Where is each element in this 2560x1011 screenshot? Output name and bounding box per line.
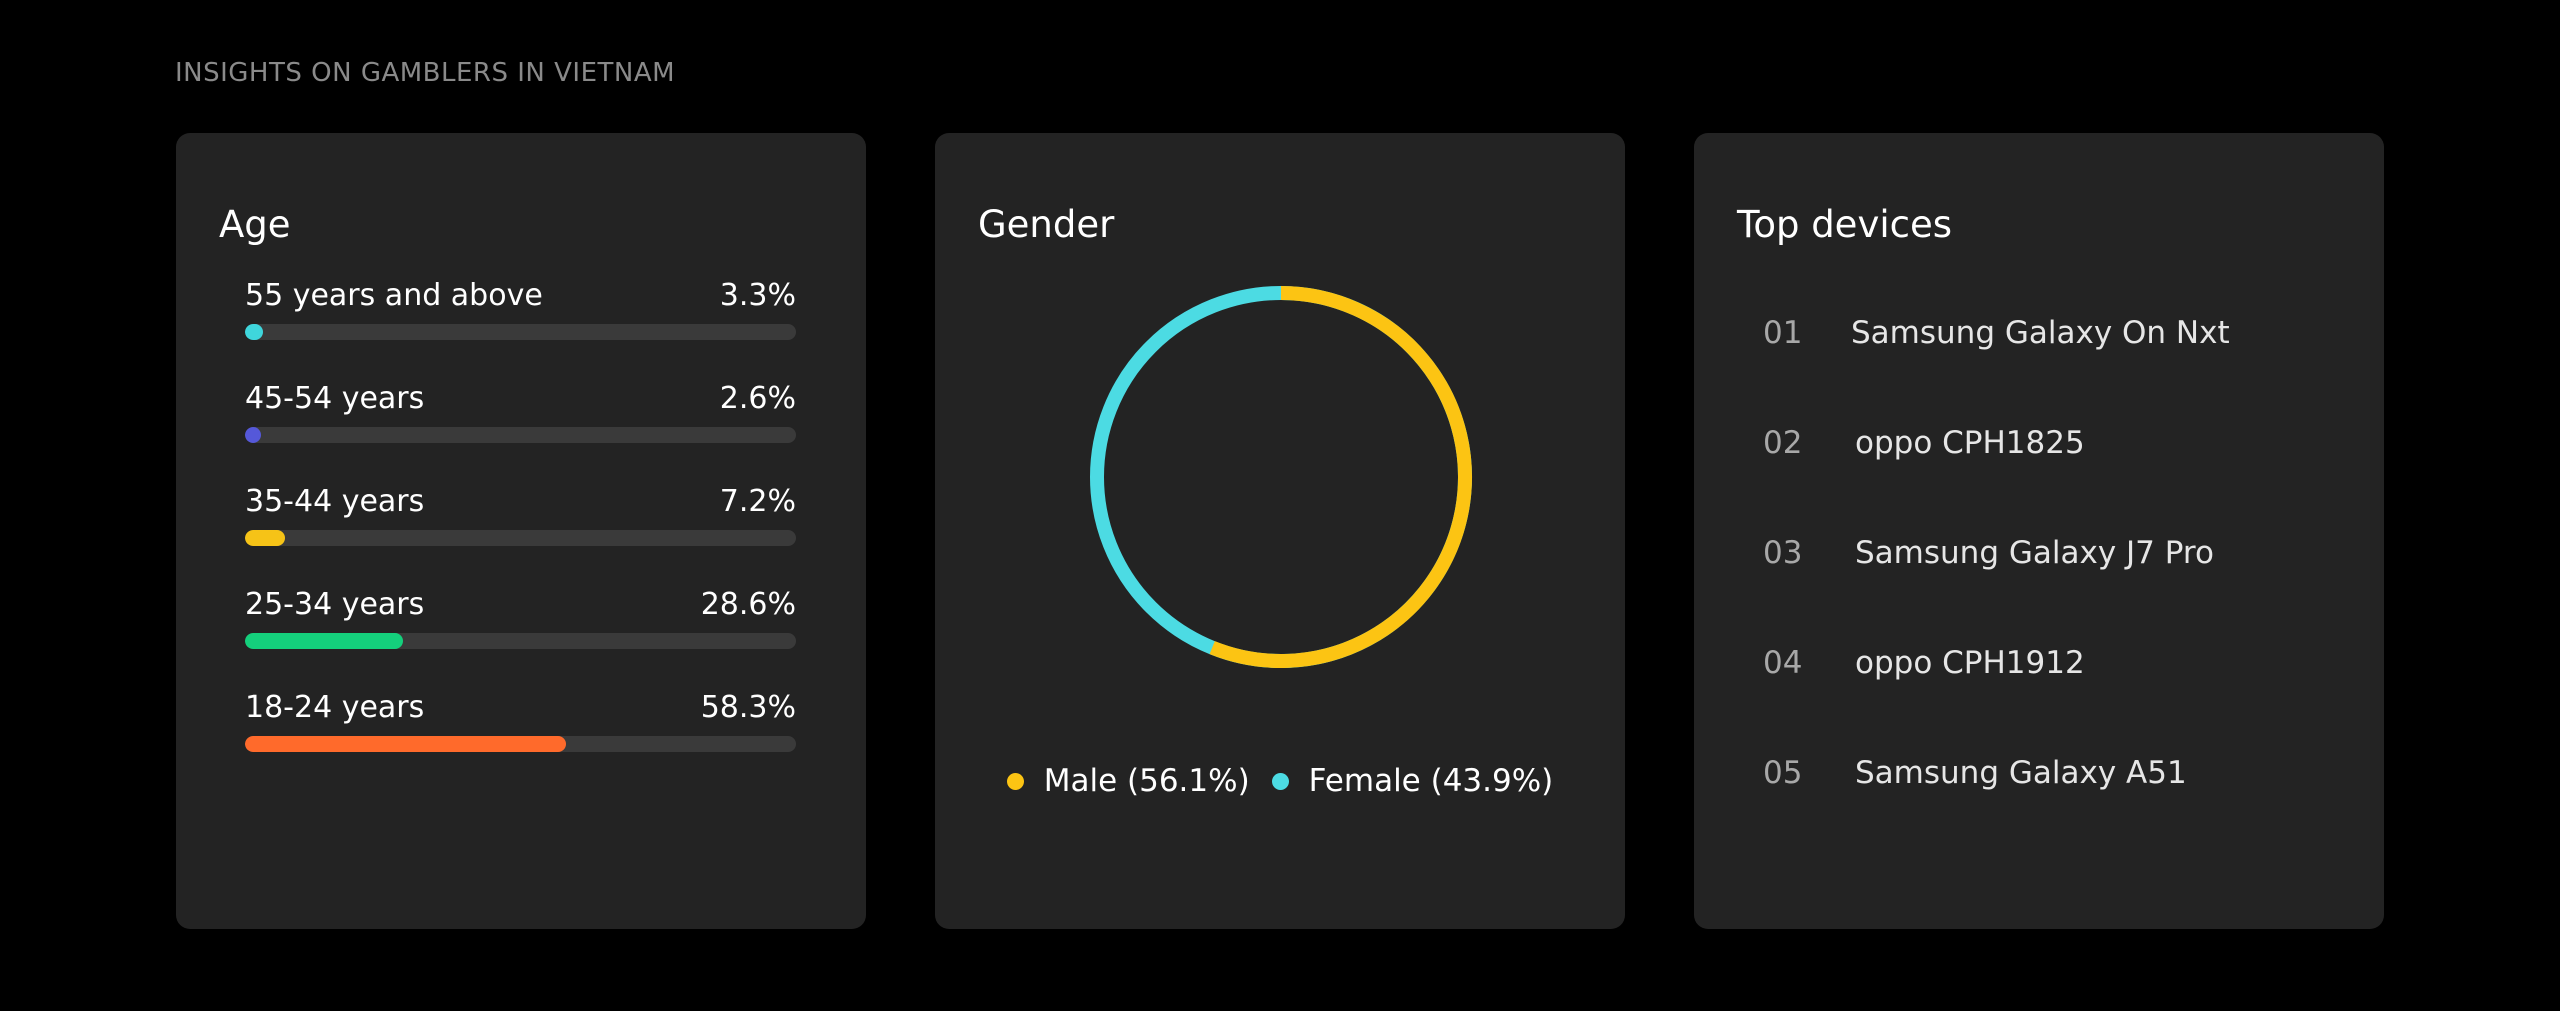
age-row-label: 35-44 years bbox=[245, 484, 425, 519]
age-bar-track bbox=[245, 530, 796, 546]
legend-item-female: Female (43.9%) bbox=[1271, 763, 1554, 799]
age-row-label: 18-24 years bbox=[245, 690, 425, 725]
age-card-title: Age bbox=[219, 203, 291, 246]
legend-label-female: Female (43.9%) bbox=[1308, 763, 1554, 799]
device-rank: 05 bbox=[1763, 755, 1803, 791]
device-list-item: 04 oppo CPH1912 bbox=[1763, 645, 2363, 689]
age-row-value: 7.2% bbox=[719, 484, 796, 519]
age-row-label: 55 years and above bbox=[245, 278, 543, 313]
gender-legend: Male (56.1%) Female (43.9%) bbox=[935, 763, 1625, 799]
page-heading: INSIGHTS ON GAMBLERS IN VIETNAM bbox=[175, 58, 676, 88]
age-row-label: 45-54 years bbox=[245, 381, 425, 416]
device-list-item: 03 Samsung Galaxy J7 Pro bbox=[1763, 535, 2363, 579]
age-bar-track bbox=[245, 427, 796, 443]
device-name: Samsung Galaxy On Nxt bbox=[1851, 315, 2230, 351]
age-row-value: 3.3% bbox=[719, 278, 796, 313]
device-rank: 03 bbox=[1763, 535, 1803, 571]
age-row: 18-24 years 58.3% bbox=[245, 690, 796, 752]
device-name: oppo CPH1825 bbox=[1855, 425, 2085, 461]
device-rank: 02 bbox=[1763, 425, 1803, 461]
legend-dot-male bbox=[1006, 772, 1024, 790]
age-bar-fill bbox=[245, 324, 264, 340]
device-name: oppo CPH1912 bbox=[1855, 645, 2085, 681]
donut-segment-male bbox=[1209, 286, 1472, 668]
gender-donut-chart bbox=[1090, 286, 1472, 668]
gender-card: Gender Male (56.1%) Female (43.9%) bbox=[935, 133, 1625, 929]
device-rank: 01 bbox=[1763, 315, 1803, 351]
age-bar-fill bbox=[245, 427, 261, 443]
device-list-item: 05 Samsung Galaxy A51 bbox=[1763, 755, 2363, 799]
age-row-value: 28.6% bbox=[700, 587, 796, 622]
age-bar-fill bbox=[245, 633, 403, 649]
age-row: 25-34 years 28.6% bbox=[245, 587, 796, 649]
age-row: 55 years and above 3.3% bbox=[245, 278, 796, 340]
devices-card-title: Top devices bbox=[1737, 203, 1953, 246]
device-name: Samsung Galaxy A51 bbox=[1855, 755, 2187, 791]
legend-item-male: Male (56.1%) bbox=[1006, 763, 1250, 799]
age-row-value: 2.6% bbox=[719, 381, 796, 416]
legend-dot-female bbox=[1271, 772, 1289, 790]
age-row-value: 58.3% bbox=[700, 690, 796, 725]
age-bar-fill bbox=[245, 530, 285, 546]
age-row: 35-44 years 7.2% bbox=[245, 484, 796, 546]
age-bar-track bbox=[245, 324, 796, 340]
age-bar-track bbox=[245, 736, 796, 752]
device-list-item: 02 oppo CPH1825 bbox=[1763, 425, 2363, 469]
age-card: Age 55 years and above 3.3% 45-54 years … bbox=[176, 133, 866, 929]
age-bar-fill bbox=[245, 736, 567, 752]
age-row-label: 25-34 years bbox=[245, 587, 425, 622]
device-list-item: 01 Samsung Galaxy On Nxt bbox=[1763, 315, 2363, 359]
age-bar-track bbox=[245, 633, 796, 649]
devices-card: Top devices 01 Samsung Galaxy On Nxt 02 … bbox=[1694, 133, 2384, 929]
device-name: Samsung Galaxy J7 Pro bbox=[1855, 535, 2214, 571]
age-row: 45-54 years 2.6% bbox=[245, 381, 796, 443]
device-rank: 04 bbox=[1763, 645, 1803, 681]
legend-label-male: Male (56.1%) bbox=[1043, 763, 1250, 799]
